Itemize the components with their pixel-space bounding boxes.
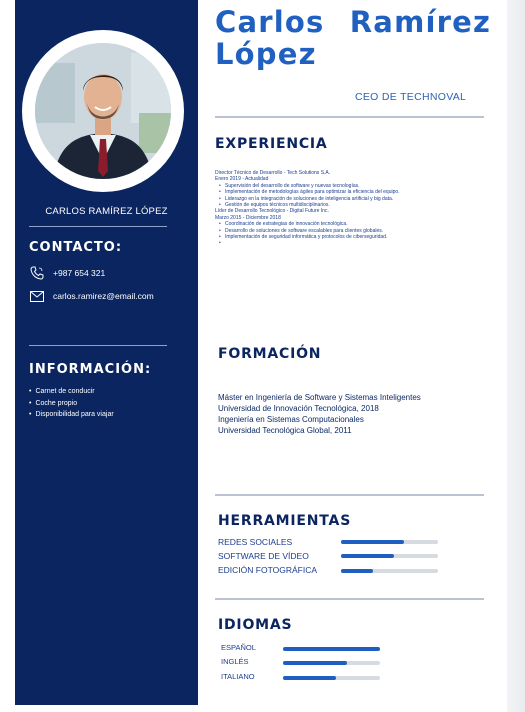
languages-heading: IDIOMAS <box>218 617 293 633</box>
page-edge <box>507 0 525 712</box>
info-item: Carnet de conducir <box>29 386 114 398</box>
experience-section: Director Técnico de Desarrollo - Tech So… <box>215 170 415 247</box>
page-title: Carlos Ramírez López <box>215 6 491 70</box>
education-line: Universidad Tecnológica Global, 2011 <box>218 426 352 435</box>
education-line: Ingeniería en Sistemas Computacionales <box>218 415 364 424</box>
profile-photo-frame <box>22 30 184 192</box>
skill-bar-fill <box>341 569 373 573</box>
language-label: ESPAÑOL <box>221 643 256 652</box>
skill-bar <box>341 554 438 558</box>
divider <box>29 226 167 227</box>
education-heading: FORMACIÓN <box>218 346 322 362</box>
language-bar <box>283 676 380 680</box>
email-link[interactable]: carlos.ramirez@email.com <box>53 291 154 301</box>
job-title: CEO DE TECHNOVAL <box>355 91 467 103</box>
sidebar-name: CARLOS RAMÍREZ LÓPEZ <box>45 206 168 217</box>
tools-heading: HERRAMIENTAS <box>218 513 352 529</box>
language-bar-fill <box>283 661 348 665</box>
skill-label: SOFTWARE DE VÍDEO <box>218 551 309 561</box>
phone-link[interactable]: +987 654 321 <box>53 268 105 278</box>
education-section: Máster en Ingeniería de Software y Siste… <box>218 392 421 436</box>
language-bar <box>283 647 380 651</box>
job-bullet: Gestión de equipos técnicos multidiscipl… <box>219 202 415 209</box>
skill-bar <box>341 569 438 573</box>
divider <box>29 345 167 346</box>
info-list: Carnet de conducir Coche propio Disponib… <box>29 386 114 421</box>
skill-row: EDICIÓN FOTOGRÁFICA <box>218 565 317 575</box>
divider <box>215 598 484 600</box>
info-item: Disponibilidad para viajar <box>29 409 113 421</box>
skill-row: REDES SOCIALES <box>218 537 292 547</box>
skill-row: SOFTWARE DE VÍDEO <box>218 551 309 561</box>
job-bullet <box>219 240 415 247</box>
language-row: ITALIANO <box>221 672 255 681</box>
language-row: INGLÉS <box>221 657 249 666</box>
job-bullets: Supervisión del desarrollo de software y… <box>215 183 415 209</box>
education-line: Universidad de Innovación Tecnológica, 2… <box>218 404 379 413</box>
skill-label: REDES SOCIALES <box>218 537 293 547</box>
language-label: INGLÉS <box>221 657 249 666</box>
divider <box>215 116 484 118</box>
phone-icon <box>29 266 45 280</box>
skill-bar <box>341 540 438 544</box>
email-icon <box>29 289 45 303</box>
language-row: ESPAÑOL <box>221 643 256 652</box>
name-line-2: López <box>215 37 317 71</box>
language-bar <box>283 661 380 665</box>
experience-heading: EXPERIENCIA <box>215 136 328 152</box>
info-item: Coche propio <box>29 398 114 410</box>
job-bullets: Coordinación de estrategias de innovació… <box>215 221 415 247</box>
profile-photo <box>35 43 171 179</box>
phone-row: +987 654 321 <box>29 266 105 280</box>
email-row: carlos.ramirez@email.com <box>29 289 154 303</box>
name-line-1: Carlos Ramírez <box>215 5 492 39</box>
contact-heading: CONTACTO: <box>29 240 123 255</box>
sidebar: CARLOS RAMÍREZ LÓPEZ CONTACTO: +987 654 … <box>15 0 198 705</box>
education-line: Máster en Ingeniería de Software y Siste… <box>218 393 421 402</box>
skill-label: EDICIÓN FOTOGRÁFICA <box>218 565 318 575</box>
info-heading: INFORMACIÓN: <box>29 362 152 377</box>
language-bar-fill <box>283 647 380 651</box>
language-label: ITALIANO <box>221 672 255 681</box>
skill-bar-fill <box>341 554 395 558</box>
divider <box>215 494 484 496</box>
language-bar-fill <box>283 676 337 680</box>
skill-bar-fill <box>341 540 405 544</box>
